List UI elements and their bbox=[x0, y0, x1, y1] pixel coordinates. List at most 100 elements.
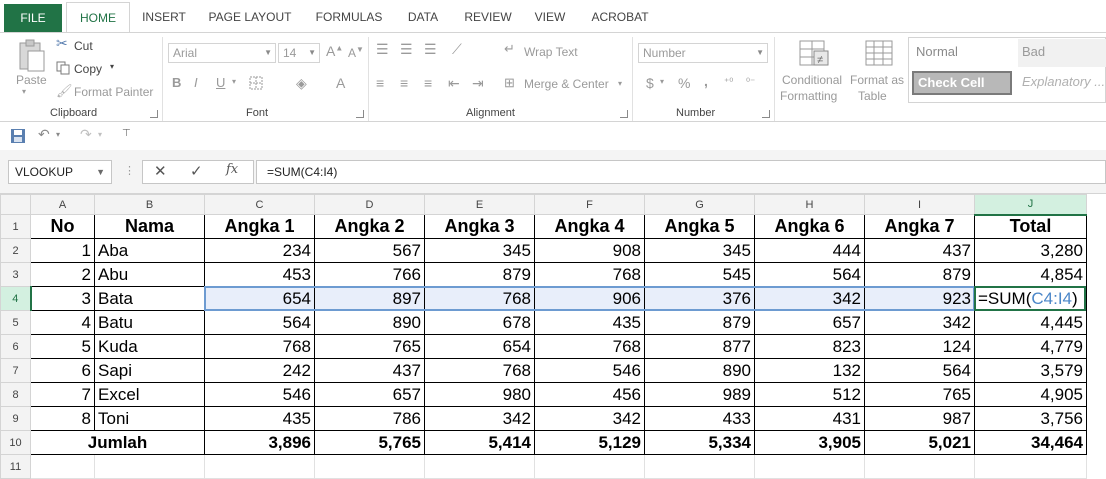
currency-button[interactable]: $ bbox=[646, 75, 654, 91]
cell[interactable]: 768 bbox=[424, 358, 535, 383]
cell[interactable]: 456 bbox=[534, 382, 645, 407]
format-as-table-icon[interactable] bbox=[864, 39, 896, 74]
row-header[interactable]: 7 bbox=[0, 358, 31, 383]
cell[interactable]: 342 bbox=[534, 406, 645, 431]
cell[interactable]: Aba bbox=[94, 238, 205, 263]
align-top-icon[interactable]: ☰ bbox=[376, 41, 389, 58]
row-header[interactable]: 9 bbox=[0, 406, 31, 431]
save-icon[interactable] bbox=[10, 128, 26, 149]
undo-dropdown-icon[interactable]: ▾ bbox=[56, 130, 60, 139]
style-normal[interactable]: Normal bbox=[910, 39, 1014, 67]
cell[interactable] bbox=[94, 454, 205, 479]
underline-button[interactable]: U bbox=[216, 75, 225, 90]
tab-data[interactable]: DATA bbox=[398, 0, 448, 32]
paste-icon[interactable] bbox=[16, 39, 46, 75]
increase-font-icon[interactable]: A▲ bbox=[326, 43, 343, 59]
cell[interactable] bbox=[754, 454, 865, 479]
comma-button[interactable]: , bbox=[704, 73, 708, 89]
cell[interactable]: 124 bbox=[864, 334, 975, 359]
cell[interactable]: 768 bbox=[534, 262, 645, 287]
cell[interactable]: 768 bbox=[424, 286, 535, 311]
conditional-formatting-button-2[interactable]: Formatting bbox=[780, 89, 837, 103]
cell-header-no[interactable]: No bbox=[30, 214, 95, 239]
cut-icon[interactable]: ✂ bbox=[56, 35, 68, 52]
cell[interactable]: 567 bbox=[314, 238, 425, 263]
cell[interactable]: 879 bbox=[644, 310, 755, 335]
cell[interactable]: 5 bbox=[30, 334, 95, 359]
cell[interactable]: Batu bbox=[94, 310, 205, 335]
cell[interactable] bbox=[30, 454, 95, 479]
cell-total[interactable]: 3,896 bbox=[204, 430, 315, 455]
undo-icon[interactable]: ↶ bbox=[38, 126, 50, 143]
percent-button[interactable]: % bbox=[678, 75, 690, 91]
cell[interactable]: 654 bbox=[424, 334, 535, 359]
cell[interactable]: 546 bbox=[534, 358, 645, 383]
align-middle-icon[interactable]: ☰ bbox=[400, 41, 413, 58]
cell-header-total[interactable]: Total bbox=[974, 214, 1087, 239]
cell[interactable] bbox=[644, 454, 755, 479]
format-painter-icon[interactable]: 🖌 bbox=[56, 83, 73, 99]
row-header[interactable]: 1 bbox=[0, 214, 31, 239]
cell[interactable]: Bata bbox=[94, 286, 205, 311]
italic-button[interactable]: I bbox=[194, 75, 198, 90]
cell[interactable]: 431 bbox=[754, 406, 865, 431]
cell-header-angka6[interactable]: Angka 6 bbox=[754, 214, 865, 239]
cell[interactable]: 132 bbox=[754, 358, 865, 383]
decrease-indent-icon[interactable]: ⇤ bbox=[448, 75, 460, 92]
cell[interactable]: 765 bbox=[864, 382, 975, 407]
increase-indent-icon[interactable]: ⇥ bbox=[472, 75, 484, 92]
font-name-combo[interactable]: Arial ▼ bbox=[168, 43, 276, 63]
customize-qat-icon[interactable]: ⊤ bbox=[122, 128, 131, 139]
number-launcher-icon[interactable] bbox=[762, 110, 770, 118]
insert-function-icon[interactable]: fx bbox=[226, 162, 238, 177]
cell[interactable]: 3,280 bbox=[974, 238, 1087, 263]
cell[interactable]: 657 bbox=[314, 382, 425, 407]
row-header[interactable]: 2 bbox=[0, 238, 31, 263]
cell[interactable]: 234 bbox=[204, 238, 315, 263]
conditional-formatting-button[interactable]: Conditional bbox=[782, 73, 842, 87]
cell[interactable]: 4 bbox=[30, 310, 95, 335]
wrap-text-button[interactable]: Wrap Text bbox=[524, 45, 578, 59]
row-header[interactable]: 4 bbox=[0, 286, 32, 311]
tab-view[interactable]: VIEW bbox=[526, 0, 574, 32]
cell[interactable]: Sapi bbox=[94, 358, 205, 383]
tab-home[interactable]: HOME bbox=[66, 2, 130, 33]
cell[interactable]: 345 bbox=[424, 238, 535, 263]
cell[interactable]: 823 bbox=[754, 334, 865, 359]
cell[interactable]: 890 bbox=[314, 310, 425, 335]
column-header-f[interactable]: F bbox=[534, 194, 645, 215]
cell[interactable]: 923 bbox=[864, 286, 975, 311]
cell[interactable]: 890 bbox=[644, 358, 755, 383]
cancel-icon[interactable]: ✕ bbox=[154, 162, 167, 180]
decrease-font-icon[interactable]: A▼ bbox=[348, 45, 364, 60]
cell[interactable]: 437 bbox=[864, 238, 975, 263]
cell[interactable]: 453 bbox=[204, 262, 315, 287]
cell[interactable]: 435 bbox=[204, 406, 315, 431]
cell-total[interactable]: 3,905 bbox=[754, 430, 865, 455]
cell[interactable]: 512 bbox=[754, 382, 865, 407]
align-right-icon[interactable]: ≡ bbox=[424, 75, 432, 91]
enter-icon[interactable]: ✓ bbox=[190, 162, 203, 180]
cell-header-angka3[interactable]: Angka 3 bbox=[424, 214, 535, 239]
cell[interactable]: 897 bbox=[314, 286, 425, 311]
row-header[interactable]: 3 bbox=[0, 262, 31, 287]
cell[interactable]: 7 bbox=[30, 382, 95, 407]
column-header-b[interactable]: B bbox=[94, 194, 205, 215]
underline-dropdown-icon[interactable]: ▾ bbox=[232, 77, 236, 86]
cell[interactable]: 768 bbox=[534, 334, 645, 359]
cell[interactable] bbox=[424, 454, 535, 479]
row-header[interactable]: 6 bbox=[0, 334, 31, 359]
merge-center-icon[interactable]: ⊞ bbox=[504, 75, 515, 91]
tab-acrobat[interactable]: ACROBAT bbox=[580, 0, 660, 32]
tab-review[interactable]: REVIEW bbox=[456, 0, 520, 32]
cell[interactable] bbox=[314, 454, 425, 479]
cell[interactable]: 786 bbox=[314, 406, 425, 431]
currency-dropdown-icon[interactable]: ▾ bbox=[660, 77, 664, 86]
cell[interactable]: 1 bbox=[30, 238, 95, 263]
number-format-combo[interactable]: Number ▼ bbox=[638, 43, 768, 63]
style-check-cell[interactable]: Check Cell bbox=[912, 71, 1012, 95]
cell[interactable]: 4,779 bbox=[974, 334, 1087, 359]
cell[interactable]: 342 bbox=[864, 310, 975, 335]
cell[interactable]: Kuda bbox=[94, 334, 205, 359]
clipboard-launcher-icon[interactable] bbox=[150, 110, 158, 118]
